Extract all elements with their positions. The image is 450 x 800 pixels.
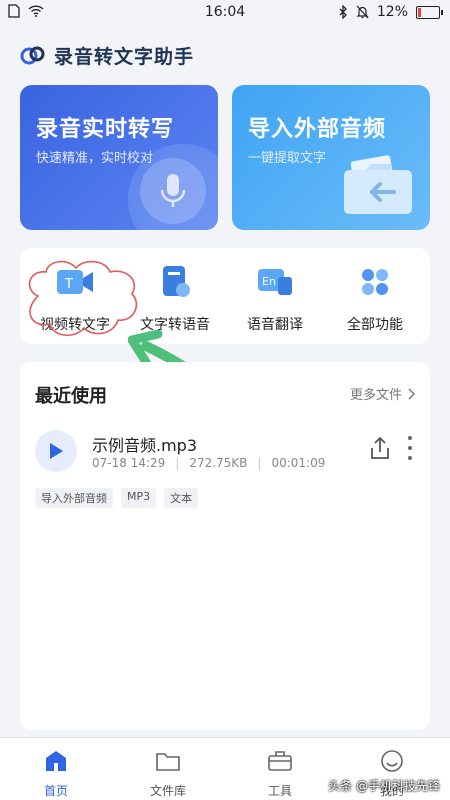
- file-tags: 导入外部音频 MP3 文本: [35, 488, 199, 508]
- video-text-icon: T: [55, 262, 95, 302]
- file-tag: 导入外部音频: [35, 488, 113, 508]
- battery-percent: 12%: [376, 4, 408, 20]
- feature-video-to-text[interactable]: T 视频转文字: [25, 262, 125, 334]
- feature-grid: T 视频转文字 文字转语音 En 语音翻译 全部功能: [20, 248, 430, 344]
- file-tag: 文本: [164, 488, 199, 508]
- record-card-subtitle: 快速精准，实时校对: [36, 151, 154, 166]
- import-audio-card[interactable]: 导入外部音频 一键提取文字: [232, 85, 430, 230]
- import-card-subtitle: 一键提取文字: [248, 151, 327, 166]
- more-options-icon[interactable]: [405, 436, 415, 460]
- mute-bell-icon: [356, 5, 369, 19]
- folder-icon: [156, 753, 180, 771]
- recent-title: 最近使用: [35, 386, 107, 407]
- feature-label: 语音翻译: [247, 317, 303, 333]
- app-title: 录音转文字助手: [54, 46, 195, 68]
- svg-text:En: En: [262, 275, 276, 288]
- feature-label: 全部功能: [347, 317, 403, 333]
- tab-label: 工具: [267, 784, 292, 798]
- recent-panel: 最近使用 更多文件 示例音频.mp3 07-18 14:29 | 272.75K…: [20, 362, 430, 730]
- translate-icon: En: [255, 262, 295, 302]
- grid-icon: [355, 262, 395, 302]
- record-card-title: 录音实时转写: [36, 117, 175, 142]
- battery-icon: [416, 5, 443, 19]
- folder-import-icon: [344, 155, 412, 214]
- status-bar: 16:04 12%: [0, 0, 450, 26]
- microphone-icon: [140, 158, 206, 224]
- record-realtime-card[interactable]: 录音实时转写 快速精准，实时校对: [20, 85, 218, 230]
- feature-label: 文字转语音: [140, 317, 210, 333]
- file-tag: MP3: [121, 488, 157, 508]
- play-icon: [50, 443, 63, 459]
- more-files-link[interactable]: 更多文件: [350, 384, 416, 403]
- profile-icon: [381, 750, 403, 772]
- home-icon: [46, 751, 66, 771]
- recent-file-item[interactable]: 示例音频.mp3 07-18 14:29 | 272.75KB | 00:01:…: [35, 424, 415, 474]
- file-duration: 00:01:09: [271, 456, 326, 470]
- file-date: 07-18 14:29: [92, 456, 166, 470]
- bluetooth-icon: [339, 5, 347, 19]
- file-meta: 07-18 14:29 | 272.75KB | 00:01:09: [92, 456, 325, 470]
- toolbox-icon: [268, 751, 292, 771]
- more-files-label: 更多文件: [349, 388, 402, 403]
- tab-home[interactable]: 首页: [16, 748, 96, 799]
- chevron-right-icon: [408, 387, 416, 400]
- tab-label: 文件库: [149, 784, 186, 798]
- file-size: 272.75KB: [189, 456, 248, 470]
- tab-tools[interactable]: 工具: [240, 748, 320, 799]
- feature-label: 视频转文字: [40, 317, 110, 333]
- tab-label: 首页: [43, 784, 68, 798]
- watermark: 头条 @手机科技先锋: [328, 779, 440, 793]
- bottom-tab-bar: 首页 文件库 工具 我的 头条 @手机科技先锋: [0, 737, 450, 800]
- text-to-speech-icon: [155, 262, 195, 302]
- feature-text-to-speech[interactable]: 文字转语音: [125, 262, 225, 334]
- play-button[interactable]: [35, 430, 77, 472]
- feature-voice-translate[interactable]: En 语音翻译: [225, 262, 325, 334]
- svg-text:T: T: [64, 277, 73, 292]
- feature-all-functions[interactable]: 全部功能: [325, 262, 425, 334]
- meta-divider: |: [175, 456, 180, 470]
- import-card-title: 导入外部音频: [248, 117, 387, 142]
- share-icon[interactable]: [369, 436, 391, 460]
- meta-divider: |: [257, 456, 262, 470]
- app-header: 录音转文字助手: [20, 42, 194, 69]
- tab-file-library[interactable]: 文件库: [128, 748, 208, 799]
- file-name: 示例音频.mp3: [92, 436, 198, 455]
- app-logo-icon: [20, 46, 45, 64]
